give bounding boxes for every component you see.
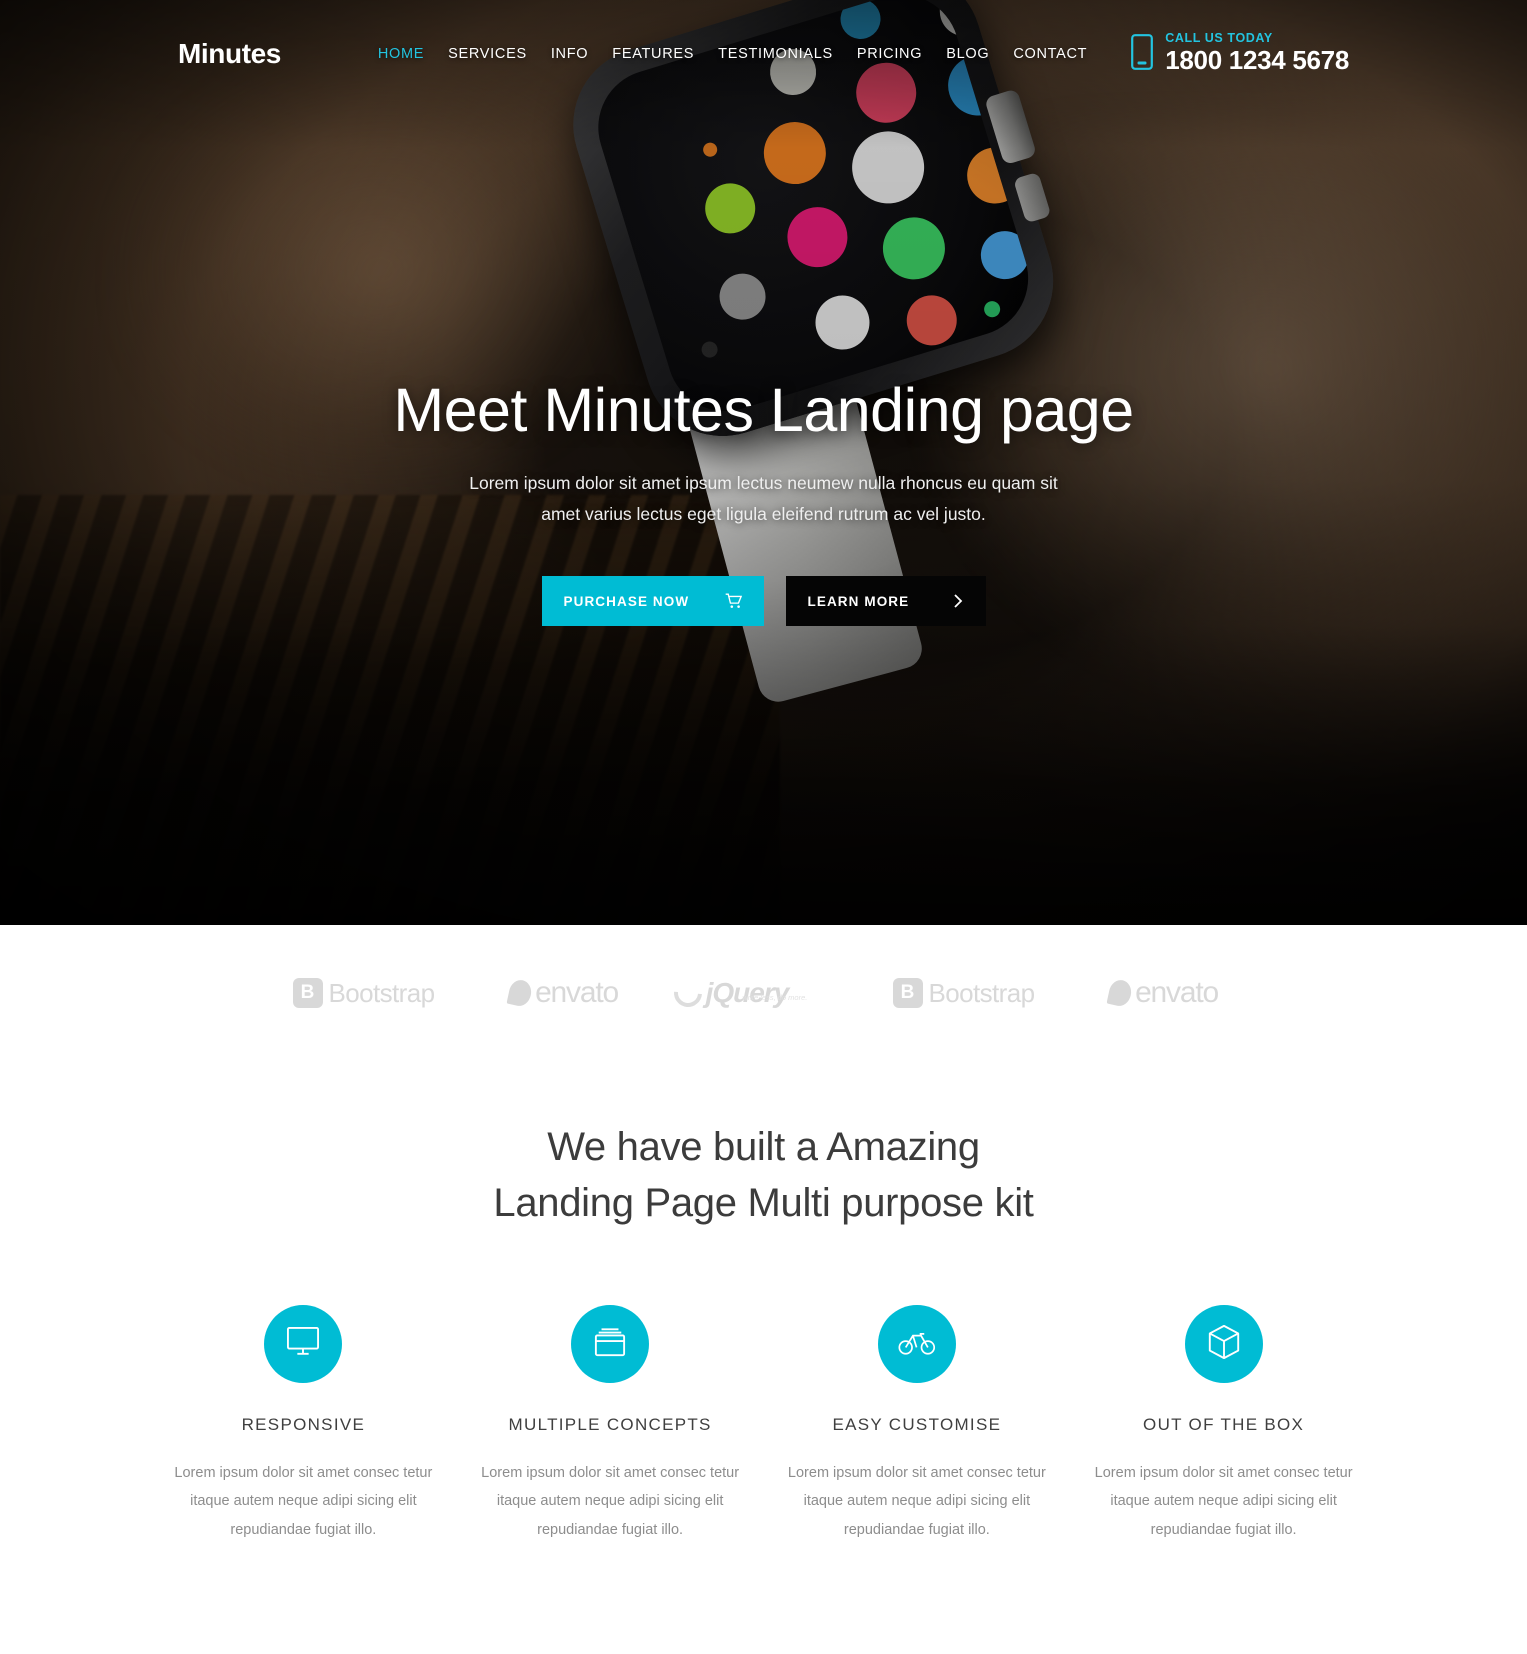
- section-title: We have built a Amazing Landing Page Mul…: [0, 1119, 1527, 1231]
- hero-subtitle-line-2: amet varius lectus eget ligula eleifend …: [541, 504, 986, 525]
- feature-card-1: RESPONSIVE Lorem ipsum dolor sit amet con…: [150, 1305, 457, 1544]
- nav-link-home[interactable]: HOME: [378, 46, 424, 62]
- client-logo-envato-5: envato: [1064, 976, 1264, 1010]
- monitor-icon: [286, 1326, 320, 1363]
- nav-link-services[interactable]: SERVICES: [448, 46, 527, 62]
- client-logo-envato-2: envato: [464, 976, 664, 1010]
- jquery-tagline: write less, do more.: [742, 993, 808, 1002]
- windows-stack-icon: [593, 1326, 627, 1363]
- feature-title: EASY CUSTOMISE: [832, 1415, 1002, 1434]
- learn-more-button[interactable]: LEARN MORE: [785, 576, 986, 627]
- feature-title: OUT OF THE BOX: [1143, 1415, 1305, 1434]
- nav-link-contact[interactable]: CONTACT: [1013, 46, 1087, 62]
- nav-link-blog[interactable]: BLOG: [946, 46, 989, 62]
- learn-more-label: LEARN MORE: [807, 593, 910, 609]
- feature-card-4: OUT OF THE BOX Lorem ipsum dolor sit amet…: [1070, 1305, 1377, 1544]
- feature-icon-circle[interactable]: [264, 1305, 343, 1383]
- section-title-line-2: Landing Page Multi purpose kit: [493, 1181, 1034, 1225]
- client-logo-jquery-3: jQuerywrite less, do more.: [664, 973, 864, 1013]
- hero-title: Meet Minutes Landing page: [393, 376, 1134, 444]
- nav-link-features[interactable]: FEATURES: [612, 46, 694, 62]
- hero-content: Meet Minutes Landing page Lorem ipsum do…: [0, 376, 1527, 627]
- client-logo-label: Bootstrap: [928, 977, 1035, 1008]
- features-section: We have built a Amazing Landing Page Mul…: [0, 1061, 1527, 1654]
- feature-title: MULTIPLE CONCEPTS: [508, 1415, 712, 1434]
- call-us-block[interactable]: CALL US TODAY 1800 1234 5678: [1131, 30, 1349, 77]
- bootstrap-mark-icon: B: [292, 978, 323, 1008]
- envato-leaf-icon: [1106, 977, 1134, 1009]
- nav-link-testimonials[interactable]: TESTIMONIALS: [718, 46, 833, 62]
- section-title-line-1: We have built a Amazing: [547, 1125, 980, 1169]
- feature-description: Lorem ipsum dolor sit amet consec tetur …: [174, 1465, 433, 1538]
- feature-grid: RESPONSIVE Lorem ipsum dolor sit amet con…: [0, 1305, 1527, 1544]
- purchase-now-button[interactable]: PURCHASE NOW: [541, 576, 764, 627]
- client-logo-bootstrap-1: B Bootstrap: [264, 978, 464, 1009]
- nav-link-info[interactable]: INFO: [551, 46, 588, 62]
- feature-description: Lorem ipsum dolor sit amet consec tetur …: [787, 1465, 1046, 1538]
- cube-icon: [1207, 1324, 1241, 1365]
- phone-number[interactable]: 1800 1234 5678: [1165, 45, 1349, 76]
- envato-leaf-icon: [506, 977, 534, 1009]
- client-logos-bar: B Bootstrap envato jQuerywrite less, do mor…: [0, 925, 1527, 1061]
- nav-links: HOME SERVICES INFO FEATURES TESTIMONIALS PRIC…: [378, 46, 1087, 62]
- feature-icon-circle[interactable]: [877, 1305, 956, 1383]
- purchase-now-label: PURCHASE NOW: [563, 593, 690, 609]
- feature-description: Lorem ipsum dolor sit amet consec tetur …: [481, 1465, 740, 1538]
- feature-title: RESPONSIVE: [241, 1415, 366, 1434]
- jquery-swoosh-icon: [667, 973, 708, 1013]
- call-us-label: CALL US TODAY: [1165, 30, 1273, 45]
- hero-section: Minutes HOME SERVICES INFO FEATURES TESTIMON…: [0, 0, 1527, 925]
- hero-subtitle-line-1: Lorem ipsum dolor sit amet ipsum lectus …: [469, 472, 1058, 493]
- mobile-phone-icon: [1131, 33, 1154, 75]
- hero-buttons: PURCHASE NOW LEARN MORE: [0, 576, 1527, 627]
- feature-icon-circle[interactable]: [571, 1305, 650, 1383]
- client-logo-bootstrap-4: B Bootstrap: [864, 978, 1064, 1009]
- bootstrap-mark-icon: B: [892, 978, 923, 1008]
- feature-card-2: MULTIPLE CONCEPTS Lorem ipsum dolor sit a…: [457, 1305, 764, 1544]
- client-logo-label: envato: [535, 976, 619, 1009]
- feature-card-3: EASY CUSTOMISE Lorem ipsum dolor sit amet…: [764, 1305, 1071, 1544]
- nav-link-pricing[interactable]: PRICING: [857, 46, 922, 62]
- feature-description: Lorem ipsum dolor sit amet consec tetur …: [1094, 1465, 1353, 1538]
- feature-icon-circle[interactable]: [1184, 1305, 1263, 1383]
- chevron-right-icon: [952, 593, 964, 609]
- client-logo-label: Bootstrap: [328, 977, 435, 1008]
- site-logo[interactable]: Minutes: [178, 38, 281, 70]
- client-logo-label: envato: [1135, 976, 1219, 1009]
- shopping-cart-icon: [725, 593, 742, 609]
- bicycle-icon: [898, 1327, 936, 1362]
- main-navigation: Minutes HOME SERVICES INFO FEATURES TESTIMON…: [0, 0, 1527, 108]
